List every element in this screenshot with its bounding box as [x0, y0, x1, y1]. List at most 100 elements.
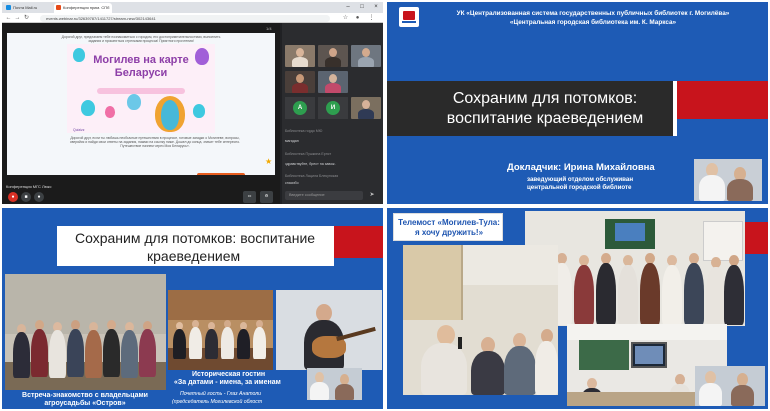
wall — [5, 274, 166, 334]
face — [362, 48, 370, 57]
speaker-video-thumbnail[interactable] — [694, 159, 762, 201]
participant-avatar-tile[interactable]: А — [285, 97, 315, 119]
page-counter: 1/4 — [266, 26, 272, 31]
photo-students-telemost — [403, 245, 558, 395]
face — [296, 48, 304, 57]
screen-share-icon[interactable]: ▭ — [243, 191, 256, 203]
body — [292, 57, 308, 67]
speaker-video-thumbnail[interactable] — [695, 366, 765, 406]
body — [358, 57, 374, 67]
body — [310, 382, 329, 400]
red-accent-block — [334, 226, 383, 258]
send-icon[interactable]: ➤ — [367, 191, 377, 200]
forward-icon[interactable]: → — [14, 14, 21, 22]
reload-icon[interactable]: ↻ — [23, 14, 30, 22]
back-icon[interactable]: ← — [5, 14, 12, 22]
microphone-icon[interactable]: ● — [34, 192, 44, 202]
face — [362, 100, 370, 109]
body — [699, 175, 725, 201]
library-logo-icon — [399, 7, 419, 27]
guest-line2: (председатель Могилевской облост — [172, 399, 263, 405]
body — [618, 265, 638, 325]
star-badge-icon: ★ — [265, 157, 273, 166]
red-accent-block — [745, 222, 768, 254]
bookshelf — [403, 245, 463, 320]
ceiling — [567, 324, 727, 340]
shared-slide: Дорогой друг, предлагаем тебе познакомит… — [7, 33, 275, 175]
balloon-icon — [73, 48, 85, 62]
address-bar-row: ← → ↻ events.webinar.ru/32639787/1411727… — [2, 13, 383, 23]
body — [640, 263, 660, 325]
tab-label: Почта Mail.ru — [13, 5, 38, 10]
participant-video[interactable] — [285, 71, 315, 93]
body — [731, 385, 754, 406]
slide-intro-text: Дорогой друг, предлагаем тебе познакомит… — [61, 35, 221, 44]
screenshot-collage: Почта Mail.ru Конференция прим. СПб – □ … — [0, 0, 770, 411]
caption-salon-line2: «За датами - имена, за именам — [174, 379, 281, 386]
participant-video[interactable] — [351, 45, 381, 67]
participant-video[interactable] — [351, 97, 381, 119]
profile-icon[interactable]: ● — [354, 14, 361, 22]
body — [358, 109, 374, 119]
title-box: Телемост «Могилев-Тула: я хочу дружить!» — [393, 213, 503, 241]
webinar-browser-window: Почта Mail.ru Конференция прим. СПб – □ … — [2, 2, 383, 204]
face — [329, 48, 337, 57]
red-accent-block — [677, 81, 768, 119]
participant-avatar-tile[interactable]: И — [318, 97, 348, 119]
chat-message: спасибо — [285, 181, 299, 185]
participant-video[interactable] — [318, 45, 348, 67]
participants-chat-panel: А И Библиотека гордо МЮ магадан Библиоте… — [282, 23, 383, 204]
body — [504, 346, 536, 395]
chat-input[interactable]: Введите сообщение — [285, 191, 363, 200]
balloon-icon — [127, 94, 141, 110]
slide-telemost: Телемост «Могилев-Тула: я хочу дружить!» — [387, 208, 768, 409]
camera-icon[interactable]: ■ — [21, 192, 31, 202]
face — [329, 74, 337, 83]
leave-call-icon[interactable]: ● — [8, 192, 18, 202]
participant-video[interactable] — [285, 45, 315, 67]
menu-icon[interactable]: ⋮ — [368, 14, 375, 22]
browser-tab-mail[interactable]: Почта Mail.ru — [4, 3, 52, 13]
body — [724, 265, 744, 325]
slide-title-line2: я хочу дружить!» — [414, 228, 484, 237]
video-screen-content — [635, 346, 663, 364]
body — [574, 265, 594, 325]
body — [121, 330, 138, 378]
browser-tab-conference[interactable]: Конференция прим. СПб — [54, 3, 112, 13]
body — [85, 330, 102, 378]
avatar: А — [293, 101, 307, 115]
conference-label: Конференция МГС Люкс — [6, 184, 52, 189]
maximize-icon[interactable]: □ — [355, 2, 369, 13]
balloon-icon — [193, 104, 205, 118]
body — [727, 179, 753, 201]
body — [205, 329, 218, 359]
body — [189, 327, 202, 359]
slide-title-line1: Сохраним для потомков: — [452, 90, 638, 107]
webinar-favicon-icon — [56, 5, 61, 10]
body — [49, 330, 66, 378]
chat-message: магадан — [285, 139, 299, 143]
title-box: Сохраним для потомков: воспитание краеве… — [57, 226, 334, 266]
slide-photos: Сохраним для потомков: воспитание краеве… — [2, 208, 383, 409]
speaker-video-thumbnail[interactable] — [307, 368, 362, 400]
body — [103, 329, 120, 377]
face — [437, 325, 455, 345]
link-tag[interactable] — [197, 173, 245, 175]
close-icon[interactable]: × — [369, 2, 383, 13]
quizizz-logo: Quizizz — [73, 128, 85, 132]
chat-author: Библиотека гордо МЮ — [285, 129, 323, 133]
star-icon[interactable]: ☆ — [342, 14, 349, 22]
title-box: Сохраним для потомков: воспитание краеве… — [387, 81, 673, 136]
body — [421, 343, 467, 395]
minimize-icon[interactable]: – — [341, 2, 355, 13]
participant-video[interactable] — [318, 71, 348, 93]
mail-favicon-icon — [6, 5, 11, 10]
chat-message: здравствуйте, брест на завож. — [285, 162, 336, 166]
url-field[interactable]: events.webinar.ru/32639787/1411727/strea… — [40, 14, 330, 22]
settings-icon[interactable]: ⚙ — [260, 191, 273, 203]
body — [237, 329, 250, 359]
balloon-icon — [161, 100, 179, 130]
body — [31, 329, 48, 377]
guest-line1: Почетный гость - Глаз Анатоли — [180, 391, 262, 397]
caption-meeting-line2: агроусадьбы «Остров» — [44, 400, 126, 407]
